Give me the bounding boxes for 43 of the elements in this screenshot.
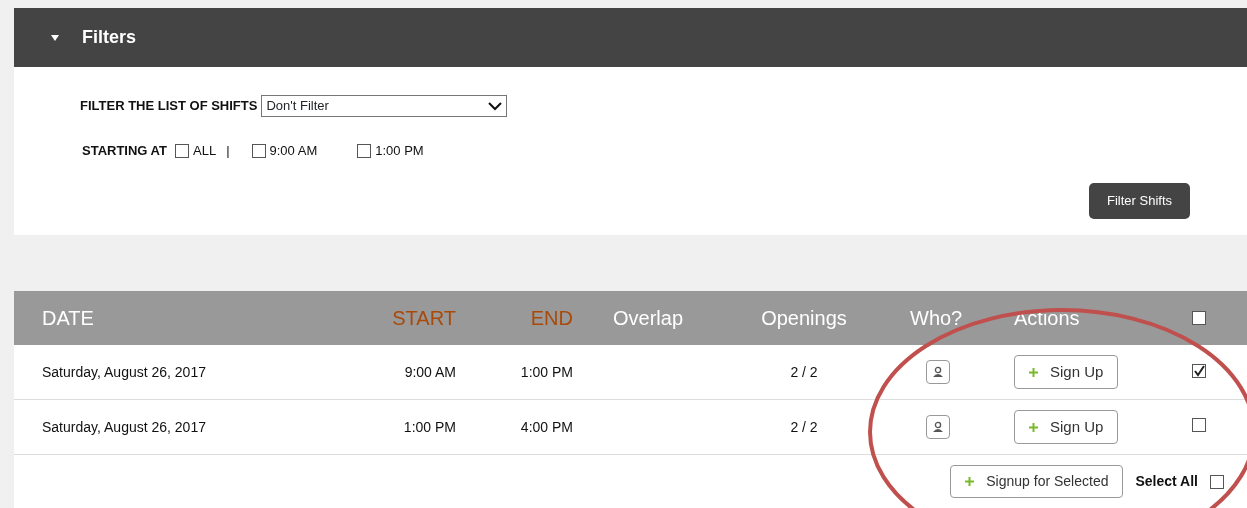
starting-at-label: STARTING AT — [82, 142, 167, 160]
end-cell-text: 1:00 PM — [520, 362, 573, 382]
column-header: Overlap — [612, 306, 685, 331]
checkbox[interactable] — [251, 143, 266, 158]
column-header: Who? — [909, 306, 964, 331]
column-header: DATE — [41, 306, 95, 331]
signup-selected-button[interactable]: Signup for Selected — [950, 465, 1124, 498]
openings-cell-text: 2 / 2 — [790, 362, 818, 382]
start-cell-text: 1:00 PM — [403, 417, 456, 437]
separator: | — [226, 142, 230, 160]
date-cell-text: Saturday, August 26, 2017 — [41, 417, 207, 437]
chevron-down-icon[interactable] — [488, 101, 503, 111]
select-all-label: Select All — [1135, 472, 1198, 491]
select-all-checkbox[interactable] — [1210, 474, 1224, 489]
filter-dropdown[interactable]: Don't Filter — [261, 95, 508, 117]
header-checkbox[interactable] — [1192, 311, 1206, 325]
sign-up-button[interactable]: Sign Up — [1014, 354, 1119, 390]
option-label: 1:00 PM — [375, 142, 424, 160]
openings-cell-text: 2 / 2 — [790, 417, 818, 437]
checkbox[interactable] — [175, 143, 189, 158]
row-checkbox[interactable] — [1192, 363, 1206, 378]
row-checkbox[interactable] — [1192, 417, 1206, 432]
sign-up-button[interactable]: Sign Up — [1014, 409, 1119, 445]
checkbox[interactable] — [357, 143, 372, 158]
column-header: END — [530, 306, 573, 331]
column-header: START — [392, 306, 456, 331]
plus-icon — [1029, 422, 1038, 432]
option-label: ALL — [193, 142, 217, 160]
who-button[interactable] — [926, 360, 950, 384]
who-button[interactable] — [926, 415, 950, 439]
person-icon — [932, 421, 944, 433]
person-icon — [932, 366, 944, 378]
plus-icon — [1029, 367, 1038, 377]
end-cell-text: 4:00 PM — [520, 417, 573, 437]
panel-title: Filters — [82, 26, 137, 49]
filter-label: FILTER THE LIST OF SHIFTS — [80, 97, 258, 116]
plus-icon — [965, 477, 975, 486]
option-label: 9:00 AM — [269, 142, 318, 160]
column-header: Openings — [761, 306, 847, 331]
start-cell-text: 9:00 AM — [404, 362, 456, 382]
filter-shifts-button[interactable]: Filter Shifts — [1089, 183, 1190, 219]
date-cell-text: Saturday, August 26, 2017 — [41, 362, 207, 382]
collapse-toggle-icon[interactable] — [50, 33, 60, 42]
